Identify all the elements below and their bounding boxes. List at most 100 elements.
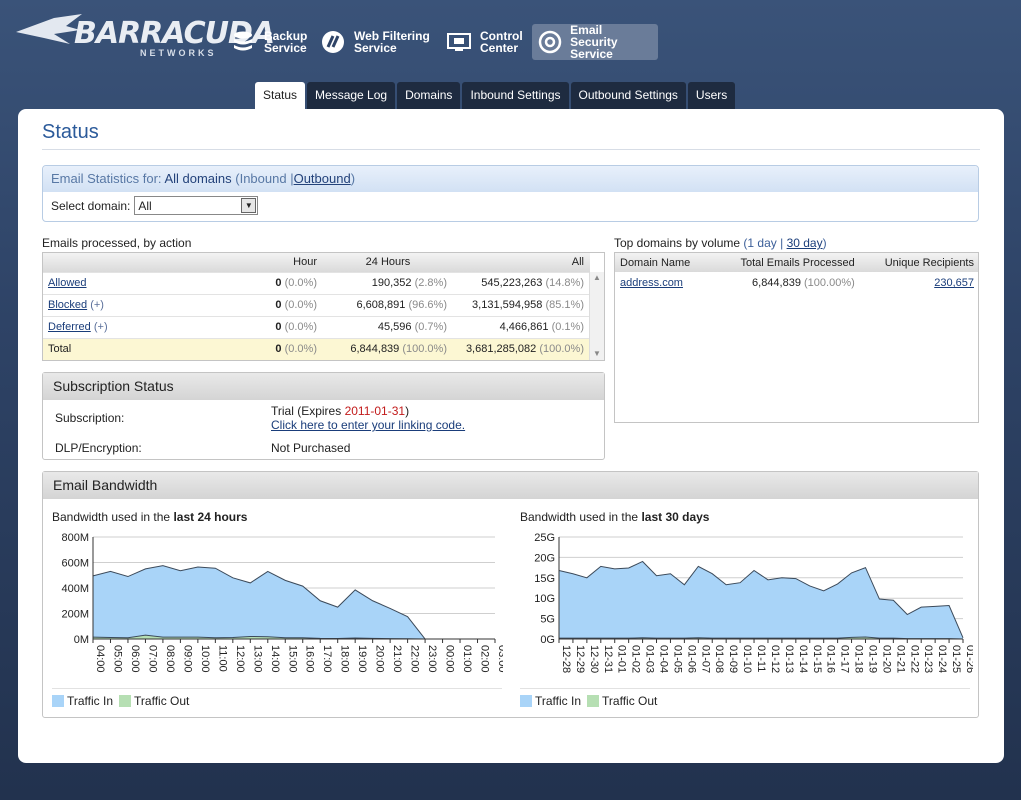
chart-24h-xtick-label: 08:00	[164, 645, 176, 673]
chart-30d-ytick-label: 10G	[534, 593, 555, 605]
chevron-down-icon[interactable]: ▼	[241, 198, 257, 213]
chart-24h-ytick-label: 200M	[61, 609, 89, 621]
domains-col-total: Total Emails Processed	[709, 253, 861, 272]
monitor-icon	[446, 29, 472, 55]
email-security-icon	[538, 29, 562, 55]
linking-code-link[interactable]: Click here to enter your linking code.	[271, 418, 465, 432]
emails-label: Emails processed, by action	[42, 236, 192, 250]
stats-filter-body: Select domain: All ▼	[43, 192, 978, 219]
web-filter-icon	[320, 29, 346, 55]
service-email-line2: Service	[570, 47, 613, 61]
domains-col-recipients: Unique Recipients	[860, 253, 978, 272]
chart-24h-xtick-label: 21:00	[391, 645, 403, 673]
bandwidth-title: Email Bandwidth	[43, 472, 978, 499]
deferred-expand[interactable]: (+)	[94, 321, 108, 333]
chart-24h-xtick-label: 16:00	[304, 645, 316, 673]
service-control-center[interactable]: Control Center	[440, 24, 538, 60]
blocked-hour-pct: (0.0%)	[284, 299, 317, 311]
chart-30d-xtick-label: 01-11	[755, 645, 767, 672]
stats-filter-header: Email Statistics for: All domains (Inbou…	[43, 166, 978, 192]
top-domains-30day-link[interactable]: 30 day	[787, 236, 823, 250]
emails-scrollbar[interactable]: ▲ ▼	[589, 272, 604, 360]
total-hour: 0	[275, 343, 282, 356]
top-domains-label: Top domains by volume (1 day | 30 day)	[614, 236, 827, 250]
service-web-filtering[interactable]: Web Filtering Service	[314, 24, 446, 60]
filter-close: )	[350, 171, 356, 186]
chart-30d-xtick-label: 01-15	[811, 645, 823, 673]
chart-30d-xtick-label: 01-18	[853, 645, 865, 673]
chart-24h-xtick-label: 12:00	[234, 645, 246, 673]
chart-30d-caption-bold: last 30 days	[641, 510, 710, 524]
stats-filter: Email Statistics for: All domains (Inbou…	[42, 165, 979, 222]
tab-outbound-settings[interactable]: Outbound Settings	[570, 82, 686, 109]
domain-select[interactable]: All ▼	[134, 196, 259, 215]
chart-24h-xtick-label: 02:00	[479, 645, 491, 673]
filter-outbound-link[interactable]: Outbound	[294, 171, 351, 186]
chart-30d-xtick-label: 01-10	[741, 645, 753, 673]
subscription-trial: Trial (Expires	[271, 404, 342, 418]
chart-30d-xtick-label: 01-22	[908, 645, 920, 673]
chart-30d-xtick-label: 01-26	[964, 645, 973, 673]
main-panel: Status Email Statistics for: All domains…	[18, 109, 1004, 763]
chart-24h-xtick-label: 11:00	[216, 645, 228, 672]
service-backup[interactable]: Backup Service	[224, 24, 328, 60]
service-email-line1: Email Security	[570, 23, 618, 49]
legend-out-swatch-30d	[587, 695, 600, 707]
tab-users[interactable]: Users	[687, 82, 736, 109]
chart-24h-xtick-label: 15:00	[286, 645, 298, 673]
deferred-24h-pct: (0.7%)	[414, 321, 447, 333]
domain-link[interactable]: address.com	[620, 277, 683, 289]
scroll-up-icon[interactable]: ▲	[590, 272, 604, 284]
service-backup-line2: Service	[264, 41, 307, 55]
blocked-expand[interactable]: (+)	[90, 299, 104, 311]
deferred-link[interactable]: Deferred	[48, 321, 91, 333]
top-domains-close: )	[822, 236, 827, 250]
scroll-down-icon[interactable]: ▼	[590, 348, 604, 360]
emails-col-all: All	[453, 253, 590, 272]
domains-table-box: Domain Name Total Emails Processed Uniqu…	[614, 252, 979, 423]
chart-24h-xtick-label: 04:00	[94, 645, 106, 673]
chart-24h-ytick-label: 0M	[74, 634, 89, 646]
chart-30d-xtick-label: 01-01	[616, 645, 628, 673]
chart-30d-xtick-label: 01-24	[936, 645, 948, 673]
chart-30d-xtick-label: 01-06	[685, 645, 697, 673]
legend-out-swatch	[119, 695, 132, 707]
chart-30d: 25G20G15G10G5G0G12-28 12-29 12-30 12-31 01-0…	[534, 532, 973, 673]
service-email-security[interactable]: Email Security Service	[532, 24, 658, 60]
chart-30d-xtick-label: 01-05	[671, 645, 683, 673]
allowed-all: 545,223,263	[481, 277, 543, 289]
title-divider	[42, 149, 980, 150]
chart-24h-xtick-label: 06:00	[129, 645, 141, 673]
domain-recipients-link[interactable]: 230,657	[934, 277, 974, 289]
chart-30d-legend: Traffic In Traffic Out	[520, 694, 663, 708]
legend-in-swatch	[52, 695, 64, 707]
barracuda-logo[interactable]: BARRACUDA NETWORKS	[14, 6, 275, 60]
chart-30d-xtick-label: 01-02	[630, 645, 642, 673]
tab-domains[interactable]: Domains	[397, 82, 461, 109]
tab-inbound-settings[interactable]: Inbound Settings	[462, 82, 569, 109]
chart-24h-xtick-label: 05:00	[111, 645, 123, 673]
chart-30d-xtick-label: 12-30	[588, 645, 600, 673]
emails-col-hour: Hour	[203, 253, 323, 272]
chart-24h-ytick-label: 600M	[61, 558, 89, 570]
chart-24h-legend: Traffic In Traffic Out	[52, 694, 195, 708]
chart-30d-ytick-label: 5G	[540, 614, 555, 626]
emails-table-box: Hour 24 Hours All Allowed 0 (0.0%) 190,3…	[42, 252, 605, 361]
tab-message-log[interactable]: Message Log	[307, 82, 396, 109]
allowed-link[interactable]: Allowed	[48, 277, 87, 289]
chart-30d-ytick-label: 15G	[534, 573, 555, 585]
blocked-24h-pct: (96.6%)	[408, 299, 447, 311]
blocked-link[interactable]: Blocked	[48, 299, 87, 311]
tab-status[interactable]: Status	[255, 82, 306, 109]
chart-24h-ytick-label: 400M	[61, 583, 89, 595]
emails-col-24h: 24 Hours	[323, 253, 453, 272]
chart-24h-xtick-label: 20:00	[374, 645, 386, 673]
deferred-hour: 0	[275, 321, 282, 333]
allowed-hour: 0	[275, 277, 282, 289]
allowed-hour-pct: (0.0%)	[284, 277, 317, 289]
chart-24h-caption-bold: last 24 hours	[173, 510, 248, 524]
chart-30d-xtick-label: 01-14	[797, 645, 809, 673]
chart-24h-xtick-label: 07:00	[146, 645, 158, 673]
chart-30d-xtick-label: 01-08	[713, 645, 725, 673]
main-tabs: Status Message Log Domains Inbound Setti…	[255, 82, 737, 109]
